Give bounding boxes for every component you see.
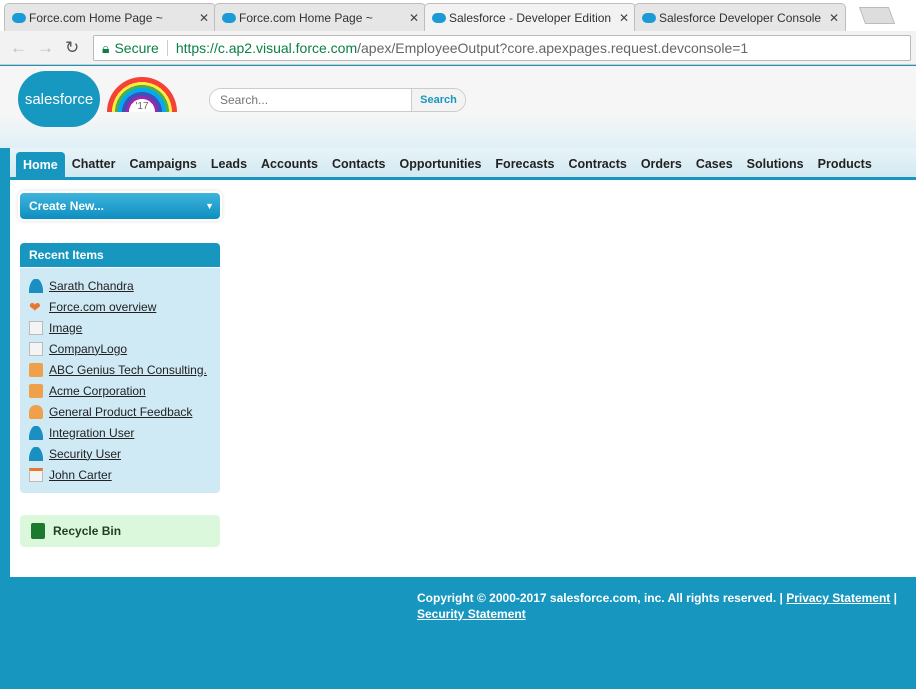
contact-icon bbox=[29, 467, 43, 482]
recent-item: Security User bbox=[20, 443, 220, 464]
recent-item-link[interactable]: Sarath Chandra bbox=[49, 279, 134, 293]
back-icon[interactable]: ← bbox=[10, 38, 27, 58]
acct-icon bbox=[29, 383, 43, 398]
recent-item-link[interactable]: General Product Feedback bbox=[49, 405, 192, 419]
recent-item: Acme Corporation bbox=[20, 380, 220, 401]
app-header: salesforce '17 Search bbox=[0, 66, 916, 148]
doc-icon bbox=[29, 320, 43, 335]
recent-item-link[interactable]: Force.com overview bbox=[49, 300, 156, 314]
close-tab-icon[interactable]: ✕ bbox=[619, 11, 629, 25]
footer: Copyright © 2000-2017 salesforce.com, in… bbox=[417, 591, 898, 621]
recent-item: John Carter bbox=[20, 464, 220, 485]
recent-item-link[interactable]: Security User bbox=[49, 447, 121, 461]
tab-home[interactable]: Home bbox=[16, 152, 65, 177]
salesforce-favicon-icon bbox=[12, 13, 26, 23]
recent-item: ❤ Force.com overview bbox=[20, 296, 220, 317]
tab-campaigns[interactable]: Campaigns bbox=[123, 157, 204, 177]
reload-icon[interactable]: ↻ bbox=[65, 38, 79, 58]
rainbow-badge: '17 bbox=[107, 77, 177, 112]
recent-item: Integration User bbox=[20, 422, 220, 443]
recent-item: Sarath Chandra bbox=[20, 275, 220, 296]
url-host: https://c.ap2.visual.force.com bbox=[175, 40, 358, 56]
tab-leads[interactable]: Leads bbox=[204, 157, 254, 177]
acct-icon bbox=[29, 362, 43, 377]
address-bar: ← → ↻ 🔒︎ Secure https://c.ap2.visual.for… bbox=[0, 31, 916, 65]
salesforce-favicon-icon bbox=[642, 13, 656, 23]
doc-icon bbox=[29, 341, 43, 356]
recent-item: Image bbox=[20, 317, 220, 338]
recent-item-link[interactable]: Acme Corporation bbox=[49, 384, 146, 398]
browser-tab[interactable]: Force.com Home Page ~ ✕ bbox=[214, 3, 426, 31]
tab-contracts[interactable]: Contracts bbox=[561, 157, 633, 177]
salesforce-logo[interactable]: salesforce bbox=[18, 71, 100, 127]
recent-items-list: Sarath Chandra ❤ Force.com overview Image Co… bbox=[20, 268, 220, 493]
browser-tab[interactable]: Force.com Home Page ~ ✕ bbox=[4, 3, 216, 31]
user-icon bbox=[29, 425, 43, 440]
recent-item-link[interactable]: CompanyLogo bbox=[49, 342, 127, 356]
main-page: Home Chatter Campaigns Leads Accounts Contact… bbox=[10, 148, 916, 577]
create-new-button[interactable]: Create New... ▼ bbox=[20, 193, 220, 219]
lock-icon: 🔒︎ bbox=[102, 39, 110, 56]
browser-tab[interactable]: Salesforce Developer Console ✕ bbox=[634, 3, 846, 31]
tab-accounts[interactable]: Accounts bbox=[254, 157, 325, 177]
url-input[interactable]: 🔒︎ Secure https://c.ap2.visual.force.com… bbox=[93, 35, 911, 61]
recent-items-header: Recent Items bbox=[20, 243, 220, 267]
security-link[interactable]: Security Statement bbox=[417, 607, 526, 621]
browser-tabstrip: Force.com Home Page ~ ✕ Force.com Home Pa… bbox=[0, 0, 916, 31]
search-input[interactable] bbox=[210, 89, 411, 111]
new-tab-button[interactable] bbox=[858, 7, 896, 24]
secure-label: Secure bbox=[114, 40, 168, 56]
tab-products[interactable]: Products bbox=[811, 157, 879, 177]
url-path: /apex/EmployeeOutput?core.apexpages.requ… bbox=[357, 40, 749, 56]
salesforce-favicon-icon bbox=[222, 13, 236, 23]
recycle-bin-link[interactable]: Recycle Bin bbox=[20, 515, 220, 547]
heart-icon: ❤ bbox=[29, 298, 41, 315]
nav-tabs: Home Chatter Campaigns Leads Accounts Contact… bbox=[10, 148, 916, 180]
forward-icon[interactable]: → bbox=[37, 38, 54, 58]
tab-cases[interactable]: Cases bbox=[689, 157, 740, 177]
tab-opportunities[interactable]: Opportunities bbox=[392, 157, 488, 177]
recent-item-link[interactable]: Image bbox=[49, 321, 82, 335]
close-tab-icon[interactable]: ✕ bbox=[409, 11, 419, 25]
close-tab-icon[interactable]: ✕ bbox=[199, 11, 209, 25]
tab-solutions[interactable]: Solutions bbox=[740, 157, 811, 177]
privacy-link[interactable]: Privacy Statement bbox=[786, 591, 890, 605]
group-icon bbox=[29, 404, 43, 419]
recent-item: CompanyLogo bbox=[20, 338, 220, 359]
recycle-bin-icon bbox=[31, 523, 45, 539]
close-tab-icon[interactable]: ✕ bbox=[829, 11, 839, 25]
user-icon bbox=[29, 278, 43, 293]
tab-chatter[interactable]: Chatter bbox=[65, 157, 123, 177]
recent-item: ABC Genius Tech Consulting. bbox=[20, 359, 220, 380]
tab-orders[interactable]: Orders bbox=[634, 157, 689, 177]
recent-item-link[interactable]: John Carter bbox=[49, 468, 112, 482]
dropdown-arrow-icon: ▼ bbox=[205, 201, 214, 211]
tab-forecasts[interactable]: Forecasts bbox=[488, 157, 561, 177]
user-icon bbox=[29, 446, 43, 461]
salesforce-favicon-icon bbox=[432, 13, 446, 23]
recent-item-link[interactable]: ABC Genius Tech Consulting. bbox=[49, 363, 207, 377]
browser-tab-active[interactable]: Salesforce - Developer Edition ✕ bbox=[424, 3, 636, 31]
search-button[interactable]: Search bbox=[411, 89, 465, 111]
recent-item: General Product Feedback bbox=[20, 401, 220, 422]
recent-item-link[interactable]: Integration User bbox=[49, 426, 134, 440]
tab-contacts[interactable]: Contacts bbox=[325, 157, 392, 177]
search-box: Search bbox=[209, 88, 466, 112]
